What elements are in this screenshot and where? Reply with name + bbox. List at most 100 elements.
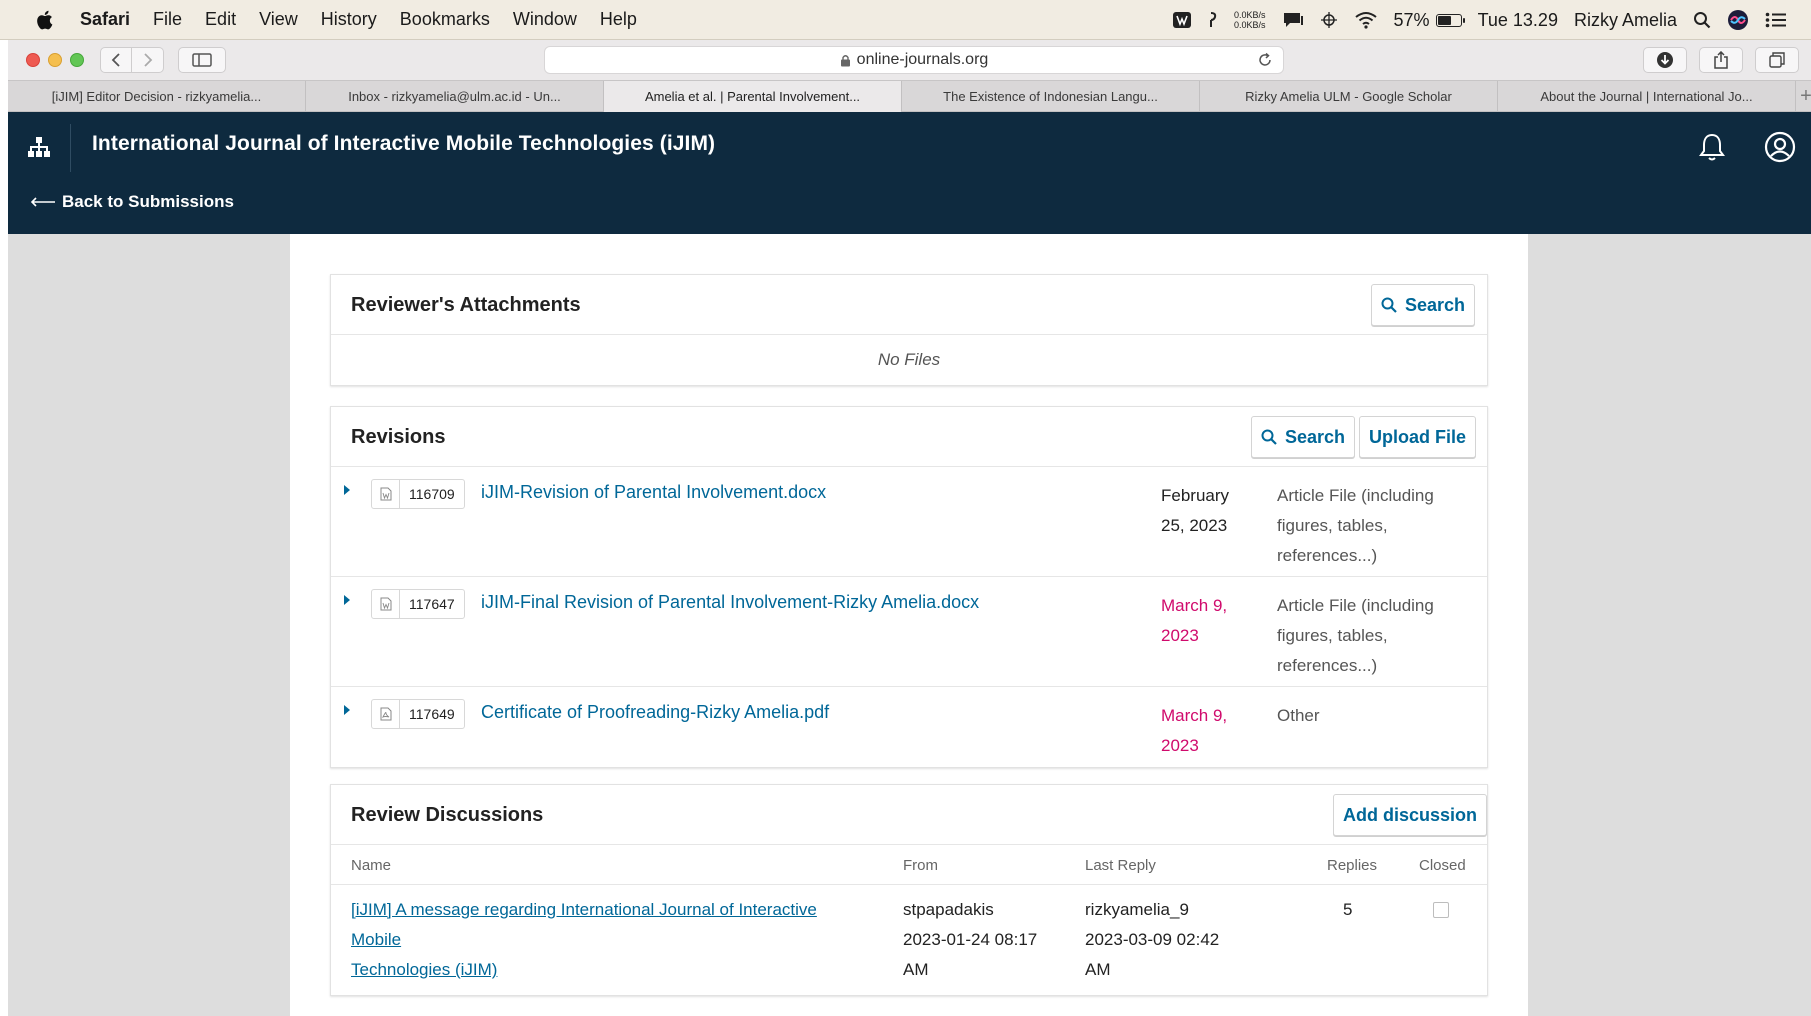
spotlight-search-icon[interactable] (1693, 11, 1711, 29)
forward-button[interactable] (132, 47, 164, 73)
discussion-row: [iJIM] A message regarding International… (331, 885, 1487, 985)
header-divider (70, 124, 71, 172)
file-type-line: figures, tables, (1277, 516, 1388, 535)
expand-row-icon[interactable] (344, 705, 350, 715)
menu-edit[interactable]: Edit (205, 9, 236, 30)
window-close-button[interactable] (26, 53, 40, 67)
control-center-list-icon[interactable] (1765, 12, 1787, 28)
back-to-submissions-link[interactable]: Back to Submissions (30, 192, 234, 212)
app-header: International Journal of Interactive Mob… (8, 112, 1811, 234)
sidebar-toggle-button[interactable] (178, 47, 226, 73)
file-id-badge: 116709 (371, 479, 465, 509)
file-type-line: references...) (1277, 546, 1378, 565)
new-tab-button[interactable]: + (1796, 81, 1811, 112)
clock[interactable]: Tue 13.29 (1478, 10, 1558, 31)
discussion-title-line: Technologies (iJIM) (351, 960, 498, 979)
address-bar[interactable]: online-journals.org (544, 46, 1284, 74)
file-link[interactable]: iJIM-Final Revision of Parental Involvem… (481, 592, 979, 613)
browser-toolbar: online-journals.org (8, 40, 1811, 80)
file-id: 116709 (409, 486, 455, 502)
notifications-bell-icon[interactable] (1698, 132, 1726, 162)
status-area: 0.0KB/s 0.0KB/s 57% Tue 13.29 Rizky Amel… (1156, 0, 1787, 40)
revision-file-row: 116709 iJIM-Revision of Parental Involve… (331, 467, 1487, 577)
expand-row-icon[interactable] (344, 485, 350, 495)
file-link[interactable]: Certificate of Proofreading-Rizky Amelia… (481, 702, 829, 723)
battery-status[interactable]: 57% (1394, 10, 1465, 31)
reviewer-attachments-header: Reviewer's Attachments Search (331, 275, 1487, 335)
lock-icon (840, 54, 850, 66)
window-zoom-button[interactable] (70, 53, 84, 67)
share-button[interactable] (1699, 47, 1743, 73)
file-type-line: Other (1277, 706, 1320, 725)
discussion-link[interactable]: [iJIM] A message regarding International… (351, 895, 871, 985)
file-id-badge: 117649 (371, 699, 465, 729)
file-date: March 9, 2023 (1161, 701, 1251, 761)
file-type: Article File (including figures, tables,… (1277, 481, 1467, 571)
add-discussion-button[interactable]: Add discussion (1333, 794, 1488, 836)
closed-checkbox[interactable] (1433, 902, 1449, 918)
tab-editor-decision[interactable]: [iJIM] Editor Decision - rizkyamelia... (8, 81, 306, 112)
menu-bookmarks[interactable]: Bookmarks (400, 9, 490, 30)
file-link[interactable]: iJIM-Revision of Parental Involvement.do… (481, 482, 826, 503)
last-reply-ampm: AM (1085, 960, 1111, 979)
revision-file-row: 117647 iJIM-Final Revision of Parental I… (331, 577, 1487, 687)
discussion-last-reply: rizkyamelia_9 2023-03-09 02:42 AM (1085, 895, 1235, 985)
column-replies: Replies (1327, 857, 1378, 874)
reviewer-attachments-search-label: Search (1405, 294, 1466, 315)
menu-help[interactable]: Help (600, 9, 637, 30)
discussion-from: stpapadakis 2023-01-24 08:17 AM (903, 895, 1053, 985)
sidebar-icon (192, 53, 212, 67)
reviewer-attachments-search-button[interactable]: Search (1371, 284, 1476, 326)
crosshair-icon[interactable] (1320, 11, 1338, 29)
tab-google-scholar[interactable]: Rizky Amelia ULM - Google Scholar (1200, 81, 1498, 112)
file-type-line: references...) (1277, 656, 1378, 675)
back-to-submissions-label: Back to Submissions (62, 192, 234, 211)
sitemap-icon[interactable] (26, 134, 52, 160)
from-date: 2023-01-24 08:17 (903, 930, 1038, 949)
tab-inbox[interactable]: Inbox - rizkyamelia@ulm.ac.id - Un... (306, 81, 604, 112)
menu-extra-app-icon[interactable] (1172, 11, 1192, 29)
file-date-line: 2023 (1161, 626, 1199, 645)
user-account-icon[interactable] (1764, 131, 1796, 163)
window-minimize-button[interactable] (48, 53, 62, 67)
tab-about-journal[interactable]: About the Journal | International Jo... (1498, 81, 1796, 112)
from-user: stpapadakis (903, 900, 994, 919)
menu-safari[interactable]: Safari (80, 9, 130, 30)
journal-title[interactable]: International Journal of Interactive Mob… (92, 132, 715, 156)
wifi-icon[interactable] (1354, 11, 1378, 29)
menu-file[interactable]: File (153, 9, 182, 30)
menu-window[interactable]: Window (513, 9, 577, 30)
chevron-right-icon (143, 53, 152, 67)
menu-extra-tool-icon[interactable] (1208, 11, 1218, 29)
column-name: Name (351, 857, 392, 874)
last-reply-user: rizkyamelia_9 (1085, 900, 1189, 919)
network-speed[interactable]: 0.0KB/s 0.0KB/s (1234, 10, 1266, 30)
tab-overview-button[interactable] (1755, 47, 1799, 73)
revisions-panel: Revisions Search Upload File 116709 iJIM… (330, 406, 1488, 768)
back-button[interactable] (100, 47, 132, 73)
expand-row-icon[interactable] (344, 595, 350, 605)
reload-icon[interactable] (1257, 52, 1273, 68)
network-download-speed: 0.0KB/s (1234, 20, 1266, 30)
tab-parental-involvement[interactable]: Amelia et al. | Parental Involvement... (604, 81, 902, 112)
downloads-button[interactable] (1643, 47, 1687, 73)
share-icon (1714, 51, 1728, 69)
revisions-title: Revisions (351, 426, 446, 448)
upload-file-button[interactable]: Upload File (1359, 416, 1477, 458)
user-name[interactable]: Rizky Amelia (1574, 10, 1677, 31)
menu-history[interactable]: History (321, 9, 377, 30)
revision-file-row: 117649 Certificate of Proofreading-Rizky… (331, 687, 1487, 767)
file-type-line: Article File (including (1277, 596, 1434, 615)
tab-indonesian-language[interactable]: The Existence of Indonesian Langu... (902, 81, 1200, 112)
word-doc-icon (372, 590, 400, 618)
reviewer-attachments-panel: Reviewer's Attachments Search No Files (330, 274, 1488, 386)
apple-logo-icon[interactable] (34, 9, 54, 31)
pdf-file-icon (372, 700, 400, 728)
revisions-search-button[interactable]: Search (1251, 416, 1356, 458)
column-closed: Closed (1419, 857, 1466, 874)
menu-view[interactable]: View (259, 9, 298, 30)
reviewer-attachments-title: Reviewer's Attachments (351, 294, 581, 316)
chat-bubble-icon[interactable] (1282, 11, 1304, 29)
siri-icon[interactable] (1727, 9, 1749, 31)
revisions-header: Revisions Search Upload File (331, 407, 1487, 467)
